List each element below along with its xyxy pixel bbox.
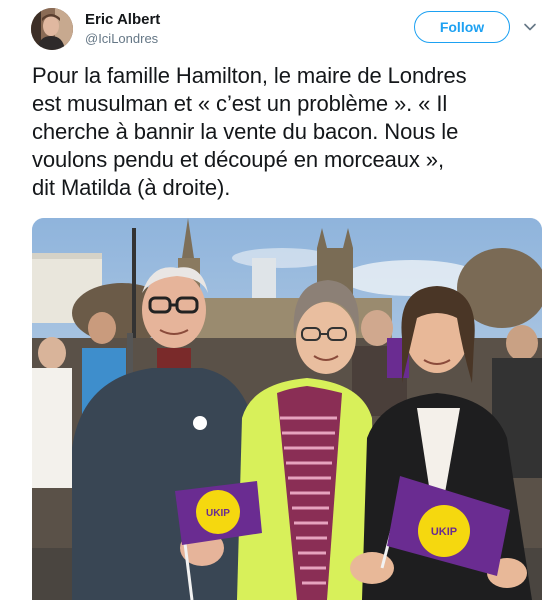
- tweet-line: Pour la famille Hamilton, le maire de Lo…: [32, 63, 467, 88]
- tweet-line: dit Matilda (à droite).: [32, 175, 231, 200]
- tweet-photo[interactable]: UKIP UKIP: [32, 218, 542, 600]
- photo-image: UKIP UKIP: [32, 218, 542, 600]
- avatar[interactable]: [31, 8, 73, 50]
- chevron-down-icon[interactable]: [523, 20, 537, 34]
- tweet-line: est musulman et « c’est un problème ». «…: [32, 91, 448, 116]
- avatar-image: [31, 8, 73, 50]
- flag-right-label: UKIP: [431, 526, 457, 538]
- follow-button[interactable]: Follow: [414, 11, 510, 43]
- tweet-line: voulons pendu et découpé en morceaux »,: [32, 147, 444, 172]
- author-name[interactable]: Eric Albert: [85, 11, 160, 28]
- tweet-text: Pour la famille Hamilton, le maire de Lo…: [32, 62, 532, 202]
- tweet-line: cherche à bannir la vente du bacon. Nous…: [32, 119, 459, 144]
- flag-left-label: UKIP: [206, 508, 230, 519]
- author-handle[interactable]: @IciLondres: [85, 31, 158, 46]
- tweet-header: Eric Albert @IciLondres Follow: [0, 0, 547, 60]
